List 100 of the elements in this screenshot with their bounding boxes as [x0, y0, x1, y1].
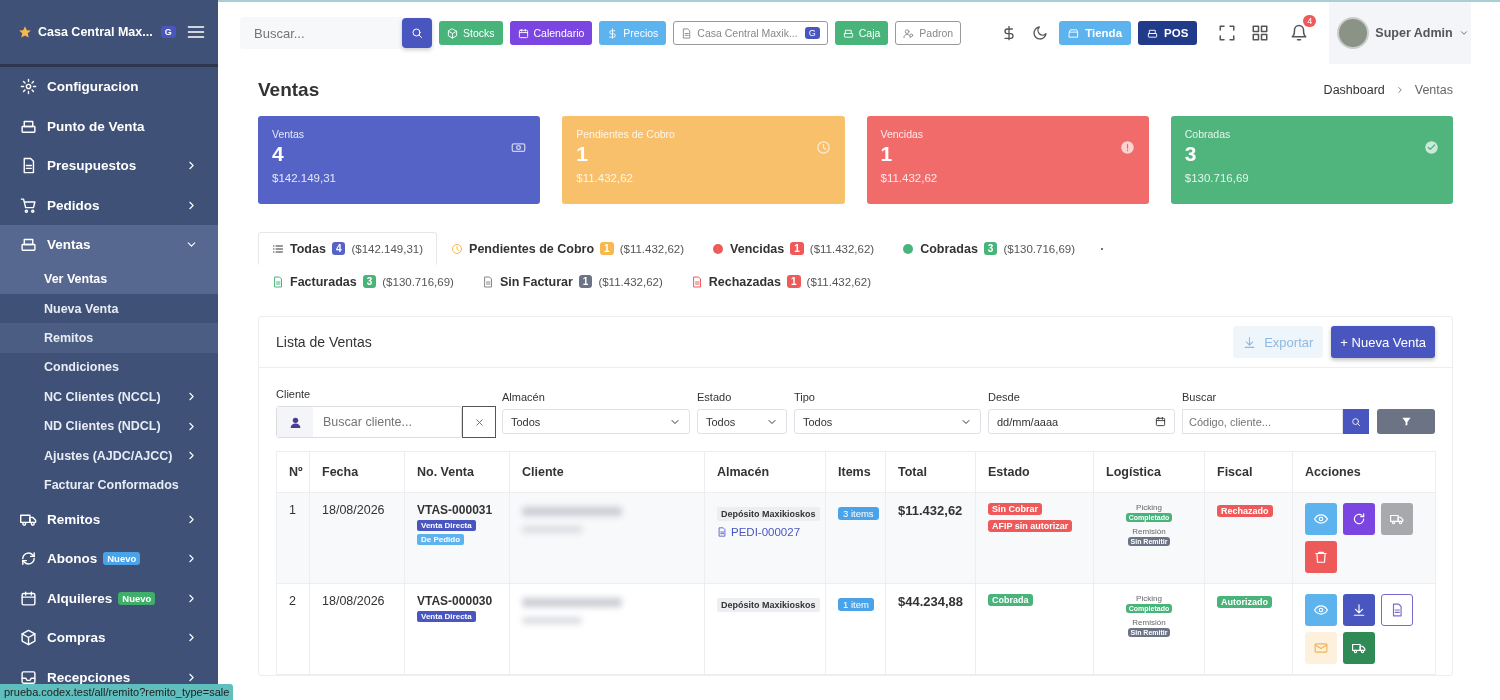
submenu-item[interactable]: Facturar Conformados: [0, 470, 218, 500]
truck-icon: [1352, 641, 1366, 655]
user-menu[interactable]: Super Admin: [1329, 2, 1472, 64]
filter-tab[interactable]: Sin Facturar 1 ($11.432,62): [467, 265, 677, 298]
check-icon: [1424, 140, 1439, 155]
toolbar-button[interactable]: Casa Central Maxik... G: [673, 21, 828, 45]
date-field[interactable]: dd/mm/aaaa: [988, 409, 1175, 434]
submenu-item[interactable]: NC Clientes (NCCL): [0, 382, 218, 412]
sidebar-item[interactable]: Remitos: [0, 499, 218, 540]
person-search-icon: [903, 27, 915, 39]
document-icon: [481, 275, 494, 288]
cash-register-icon: [20, 236, 37, 254]
clock-icon: [451, 242, 464, 255]
submenu-item[interactable]: Remitos: [0, 323, 218, 353]
grid-icon: [1251, 24, 1270, 42]
submenu-item[interactable]: Ver Ventas: [0, 264, 218, 294]
filter-tab[interactable]: Pendientes de Cobro 1 ($11.432,62): [437, 232, 699, 265]
trash-icon: [1314, 550, 1328, 564]
toolbar-button[interactable]: Padron: [895, 21, 962, 45]
breadcrumb-item[interactable]: Dashboard: [1323, 83, 1385, 97]
search-button[interactable]: [1343, 409, 1369, 434]
search-button[interactable]: [402, 18, 432, 48]
field-label: Cliente: [276, 388, 312, 400]
download-button[interactable]: [1343, 594, 1375, 626]
sidebar-item[interactable]: Punto de Venta: [0, 106, 218, 146]
alert-icon: [712, 242, 725, 255]
logistics-label: Remisión: [1132, 618, 1166, 627]
alert-icon: [1119, 140, 1135, 155]
table-cell: 18/08/2026: [322, 594, 385, 608]
fiscal-badge: Autorizado: [1217, 596, 1272, 608]
submenu-item[interactable]: Nueva Venta: [0, 293, 218, 324]
filter-tab[interactable]: Facturadas 3 ($130.716,69): [258, 265, 468, 298]
toolbar-button[interactable]: POS: [1138, 21, 1198, 45]
select-field[interactable]: Todos: [697, 409, 787, 434]
column-header: Fiscal: [1204, 451, 1293, 493]
table-cell: 2: [289, 594, 296, 608]
fiscal-badge: Rechazado: [1217, 505, 1273, 517]
sidebar-item[interactable]: Alquileres Nuevo: [0, 578, 218, 619]
refresh-button[interactable]: [1343, 503, 1375, 535]
stat-label: Cobradas: [1184, 128, 1232, 140]
type-tag: Venta Directa: [417, 520, 476, 531]
client-search-field[interactable]: Buscar cliente...: [276, 406, 462, 438]
table-cell: 18/08/2026: [322, 503, 385, 517]
shop-icon: [1068, 27, 1080, 39]
filter-tab[interactable]: Vencidas 1 ($11.432,62): [698, 232, 889, 265]
filter-tab[interactable]: Todas 4 ($142.149,31): [258, 232, 438, 265]
toolbar-button[interactable]: Calendario: [509, 21, 593, 45]
view-button[interactable]: [1305, 594, 1337, 626]
sidebar-item[interactable]: Pedidos: [0, 185, 218, 225]
notification-badge: 4: [1303, 15, 1317, 27]
column-header: Nº: [276, 451, 310, 493]
brand-name[interactable]: Casa Central Max...: [38, 25, 153, 39]
column-header: Cliente: [509, 451, 705, 493]
new-badge: Nuevo: [103, 552, 141, 566]
card-title: Lista de Ventas: [276, 334, 372, 350]
sync-icon: [20, 550, 37, 568]
clear-button[interactable]: [462, 406, 496, 438]
field-label: Tipo: [794, 391, 816, 403]
column-header: Fecha: [309, 451, 405, 493]
doc-icon: [1390, 603, 1404, 617]
sidebar-item[interactable]: Ventas: [0, 225, 218, 265]
items-badge: 1 item: [838, 598, 874, 611]
sidebar-item[interactable]: Configuracion: [0, 67, 218, 107]
filter-tab[interactable]: Rechazadas 1 ($11.432,62): [676, 265, 885, 298]
user-icon: [288, 415, 302, 429]
sidebar-item[interactable]: Presupuestos: [0, 146, 218, 186]
view-button[interactable]: [1305, 503, 1337, 535]
logistics-label: Picking: [1136, 503, 1162, 512]
sidebar-item[interactable]: Compras: [0, 618, 218, 658]
cash-register-icon: [1147, 27, 1159, 39]
stat-value: 1: [576, 142, 588, 166]
filter-tab[interactable]: Cobradas 3 ($130.716,69): [888, 232, 1090, 265]
box-icon: [447, 27, 458, 39]
bell-icon: [1290, 24, 1309, 42]
sidebar-item[interactable]: Abonos Nuevo: [0, 539, 218, 579]
select-field[interactable]: Todos: [794, 409, 981, 434]
document-icon: [690, 275, 703, 288]
submenu-item[interactable]: Condiciones: [0, 352, 218, 383]
new-sale-button[interactable]: + Nueva Venta: [1331, 326, 1435, 358]
delivery-button[interactable]: [1343, 632, 1375, 664]
eye-icon: [1314, 603, 1328, 617]
calendar-icon: [1155, 416, 1166, 427]
delete-button[interactable]: [1305, 541, 1337, 573]
avatar: [1337, 17, 1370, 49]
select-field[interactable]: Todos: [502, 409, 690, 434]
search-field[interactable]: Buscar...: [240, 17, 402, 49]
order-link[interactable]: PEDI-000027: [717, 526, 801, 538]
star-icon: [18, 25, 32, 39]
clear-filters-button[interactable]: [1377, 409, 1435, 434]
status-badge: AFIP sin autorizar: [988, 520, 1073, 532]
submenu-item[interactable]: ND Clientes (NDCL): [0, 411, 218, 441]
delivery-button[interactable]: [1381, 503, 1413, 535]
submenu-item[interactable]: Ajustes (AJDC/AJCC): [0, 440, 218, 471]
gear-icon: [20, 78, 37, 96]
calendar-icon: [517, 27, 529, 39]
check-circle-icon: [902, 242, 915, 255]
download-icon: [1352, 603, 1366, 617]
search-icon: [1351, 416, 1361, 427]
search-field[interactable]: Código, cliente...: [1182, 409, 1343, 434]
document-button[interactable]: [1381, 594, 1413, 626]
